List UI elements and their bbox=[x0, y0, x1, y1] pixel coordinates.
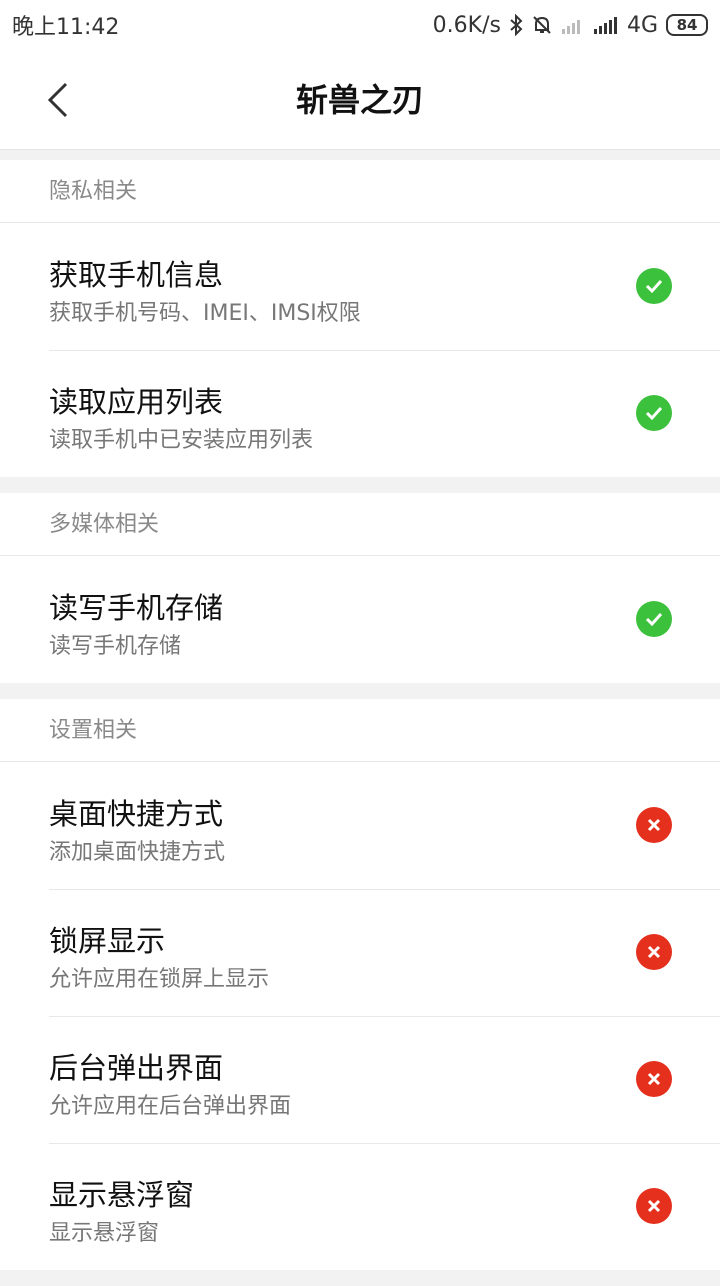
permission-description: 允许应用在后台弹出界面 bbox=[49, 1094, 292, 1119]
permission-description: 读取手机中已安装应用列表 bbox=[49, 428, 314, 453]
permission-description: 获取手机号码、IMEI、IMSI权限 bbox=[49, 301, 361, 326]
section-header: 设置相关 bbox=[0, 699, 720, 762]
signal-empty-icon bbox=[561, 16, 585, 34]
permission-item[interactable]: 获取手机信息 获取手机号码、IMEI、IMSI权限 bbox=[0, 223, 720, 350]
section-multimedia: 多媒体相关 读写手机存储 读写手机存储 bbox=[0, 493, 720, 683]
permission-title: 显示悬浮窗 bbox=[49, 1178, 195, 1212]
permission-list: 隐私相关 获取手机信息 获取手机号码、IMEI、IMSI权限 读取应用列表 读取… bbox=[0, 160, 720, 1286]
permission-title: 桌面快捷方式 bbox=[49, 797, 224, 831]
check-icon[interactable] bbox=[636, 268, 672, 304]
page-title: 斩兽之刃 bbox=[295, 81, 424, 119]
signal-icon bbox=[593, 16, 619, 34]
bluetooth-icon bbox=[509, 14, 523, 36]
permission-item[interactable]: 桌面快捷方式 添加桌面快捷方式 bbox=[0, 762, 720, 889]
nav-bar: 斩兽之刃 bbox=[0, 50, 720, 150]
permission-item[interactable]: 显示悬浮窗 显示悬浮窗 bbox=[0, 1143, 720, 1270]
permission-title: 读写手机存储 bbox=[49, 591, 224, 625]
permission-description: 显示悬浮窗 bbox=[49, 1221, 160, 1246]
status-time: 晚上11:42 bbox=[12, 15, 120, 40]
cross-icon[interactable] bbox=[636, 807, 672, 843]
permission-title: 获取手机信息 bbox=[49, 258, 224, 292]
cross-icon[interactable] bbox=[636, 934, 672, 970]
check-icon[interactable] bbox=[636, 395, 672, 431]
permission-title: 后台弹出界面 bbox=[49, 1051, 224, 1085]
section-header: 多媒体相关 bbox=[0, 493, 720, 556]
permission-description: 添加桌面快捷方式 bbox=[49, 840, 226, 865]
cross-icon[interactable] bbox=[636, 1188, 672, 1224]
status-indicators: 0.6K/s 4G 84 bbox=[433, 13, 708, 38]
battery-indicator: 84 bbox=[666, 14, 708, 36]
check-icon[interactable] bbox=[636, 601, 672, 637]
permission-title: 锁屏显示 bbox=[49, 924, 166, 958]
permission-item[interactable]: 读写手机存储 读写手机存储 bbox=[0, 556, 720, 683]
section-settings: 设置相关 桌面快捷方式 添加桌面快捷方式 锁屏显示 允许应用在锁屏上显示 后台弹… bbox=[0, 699, 720, 1270]
permission-item[interactable]: 读取应用列表 读取手机中已安装应用列表 bbox=[0, 350, 720, 477]
mute-icon bbox=[531, 14, 553, 36]
section-privacy: 隐私相关 获取手机信息 获取手机号码、IMEI、IMSI权限 读取应用列表 读取… bbox=[0, 160, 720, 477]
permission-description: 允许应用在锁屏上显示 bbox=[49, 967, 270, 992]
section-header: 隐私相关 bbox=[0, 160, 720, 223]
network-speed: 0.6K/s bbox=[432, 12, 501, 38]
network-type: 4G bbox=[626, 12, 658, 38]
status-bar: 晚上11:42 0.6K/s 4G 84 bbox=[0, 0, 720, 50]
cross-icon[interactable] bbox=[636, 1061, 672, 1097]
permission-item[interactable]: 后台弹出界面 允许应用在后台弹出界面 bbox=[0, 1016, 720, 1143]
permission-title: 读取应用列表 bbox=[49, 385, 224, 419]
permission-item[interactable]: 锁屏显示 允许应用在锁屏上显示 bbox=[0, 889, 720, 1016]
permission-description: 读写手机存储 bbox=[49, 634, 182, 659]
